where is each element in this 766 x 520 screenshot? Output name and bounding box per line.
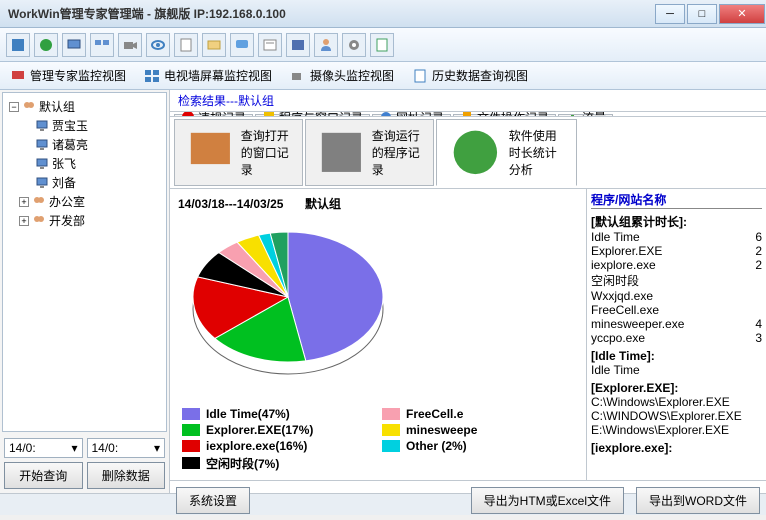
proglist-row[interactable]: Idle Time6 — [591, 230, 762, 244]
group-icon — [22, 100, 36, 114]
legend-item: Explorer.EXE(17%) — [182, 423, 374, 437]
proglist-section: [iexplore.exe]: — [591, 441, 762, 455]
date-to[interactable]: 14/0:▾ — [87, 438, 166, 458]
legend-item: Other (2%) — [382, 439, 574, 453]
chart-legend: Idle Time(47%) FreeCell.e Explorer.EXE(17%… — [178, 403, 578, 476]
group-tree: − 默认组 贾宝玉诸葛亮张飞刘备 +办公室+开发部 — [2, 92, 167, 432]
monitor-icon[interactable] — [62, 33, 86, 57]
export-html-button[interactable]: 导出为HTM或Excel文件 — [471, 487, 624, 514]
proglist-row[interactable]: Explorer.EXE2 — [591, 244, 762, 258]
group-icon — [32, 195, 46, 209]
proglist-section: [Idle Time]: — [591, 349, 762, 363]
proglist-row[interactable]: Idle Time — [591, 363, 762, 377]
globe-icon[interactable] — [34, 33, 58, 57]
close-button[interactable]: ✕ — [719, 4, 765, 24]
proglist-section: [默认组累计时长]: — [591, 213, 762, 230]
view-tab-camera[interactable]: 摄像头监控视图 — [286, 65, 398, 86]
user-icon[interactable] — [314, 33, 338, 57]
film-icon[interactable] — [286, 33, 310, 57]
maximize-button[interactable]: □ — [687, 4, 717, 24]
gear-icon[interactable] — [342, 33, 366, 57]
tree-node-user[interactable]: 贾宝玉 — [5, 116, 164, 135]
search-result-label: 检索结果---默认组 — [170, 90, 766, 112]
expand-icon[interactable]: + — [19, 216, 29, 226]
proglist-row[interactable]: Wxxjqd.exe — [591, 289, 762, 303]
screens-icon[interactable] — [90, 33, 114, 57]
monitor-icon — [35, 138, 49, 152]
sidebar: − 默认组 贾宝玉诸葛亮张飞刘备 +办公室+开发部 14/0:▾ 14/0:▾ … — [0, 90, 170, 493]
monitor-icon — [35, 119, 49, 133]
program-list[interactable]: 程序/网站名称 [默认组累计时长]:Idle Time6Explorer.EXE… — [586, 189, 766, 480]
tree-node-group[interactable]: +开发部 — [5, 211, 164, 230]
proglist-row[interactable]: yccpo.exe3 — [591, 331, 762, 345]
tree-node-user[interactable]: 刘备 — [5, 173, 164, 192]
view-tab-tvwall[interactable]: 电视墙屏幕监控视图 — [140, 65, 276, 86]
chevron-down-icon: ▾ — [154, 441, 160, 455]
chat-icon[interactable] — [230, 33, 254, 57]
camera-icon[interactable] — [118, 33, 142, 57]
proglist-row[interactable]: C:\Windows\Explorer.EXE — [591, 395, 762, 409]
legend-item: iexplore.exe(16%) — [182, 439, 374, 453]
subtab-windows[interactable]: 查询打开的窗口记录 — [174, 119, 303, 186]
start-query-button[interactable]: 开始查询 — [4, 462, 83, 489]
tree-node-group[interactable]: +办公室 — [5, 192, 164, 211]
view-tab-history[interactable]: 历史数据查询视图 — [408, 65, 532, 86]
legend-item: minesweepe — [382, 423, 574, 437]
proglist-row[interactable]: E:\Windows\Explorer.EXE — [591, 423, 762, 437]
pie-chart — [178, 222, 398, 392]
title-bar: WorkWin管理专家管理端 - 旗舰版 IP:192.168.0.100 ─ … — [0, 0, 766, 28]
chart-title: 14/03/18---14/03/25 默认组 — [178, 193, 578, 214]
eye-icon[interactable] — [146, 33, 170, 57]
proglist-row[interactable]: iexplore.exe2 — [591, 258, 762, 272]
proglist-header: 程序/网站名称 — [591, 191, 762, 209]
minimize-button[interactable]: ─ — [655, 4, 685, 24]
collapse-icon[interactable]: − — [9, 102, 19, 112]
paper-icon[interactable] — [370, 33, 394, 57]
monitor-icon — [35, 157, 49, 171]
proglist-row[interactable]: FreeCell.exe — [591, 303, 762, 317]
subtab-stats[interactable]: 软件使用时长统计分析 — [436, 119, 577, 186]
expand-icon[interactable]: + — [19, 197, 29, 207]
tree-node-user[interactable]: 诸葛亮 — [5, 135, 164, 154]
mail-icon[interactable] — [202, 33, 226, 57]
date-from[interactable]: 14/0:▾ — [4, 438, 83, 458]
export-word-button[interactable]: 导出到WORD文件 — [636, 487, 760, 514]
tree-root[interactable]: − 默认组 — [5, 97, 164, 116]
tree-node-user[interactable]: 张飞 — [5, 154, 164, 173]
content-area: 检索结果---默认组 违规记录 程序与窗口记录 网址记录 文件操作记录 流量 查… — [170, 90, 766, 493]
proglist-row[interactable]: C:\WINDOWS\Explorer.EXE — [591, 409, 762, 423]
proglist-row[interactable]: 空闲时段 — [591, 272, 762, 289]
legend-item: FreeCell.e — [382, 407, 574, 421]
window-title: WorkWin管理专家管理端 - 旗舰版 IP:192.168.0.100 — [0, 5, 654, 22]
legend-item: 空闲时段(7%) — [182, 455, 374, 472]
view-tabs: 管理专家监控视图 电视墙屏幕监控视图 摄像头监控视图 历史数据查询视图 — [0, 62, 766, 90]
doc-icon[interactable] — [174, 33, 198, 57]
pie-slice — [288, 232, 383, 361]
sub-tabs: 查询打开的窗口记录 查询运行的程序记录 软件使用时长统计分析 — [170, 117, 766, 189]
delete-data-button[interactable]: 删除数据 — [87, 462, 166, 489]
proglist-row[interactable]: minesweeper.exe4 — [591, 317, 762, 331]
group-icon — [32, 214, 46, 228]
tool-icon-1[interactable] — [6, 33, 30, 57]
subtab-programs[interactable]: 查询运行的程序记录 — [305, 119, 434, 186]
legend-item: Idle Time(47%) — [182, 407, 374, 421]
settings-button[interactable]: 系统设置 — [176, 487, 250, 514]
list-icon[interactable] — [258, 33, 282, 57]
main-toolbar — [0, 28, 766, 62]
monitor-icon — [35, 176, 49, 190]
view-tab-monitor[interactable]: 管理专家监控视图 — [6, 65, 130, 86]
chevron-down-icon: ▾ — [71, 441, 77, 455]
proglist-section: [Explorer.EXE]: — [591, 381, 762, 395]
